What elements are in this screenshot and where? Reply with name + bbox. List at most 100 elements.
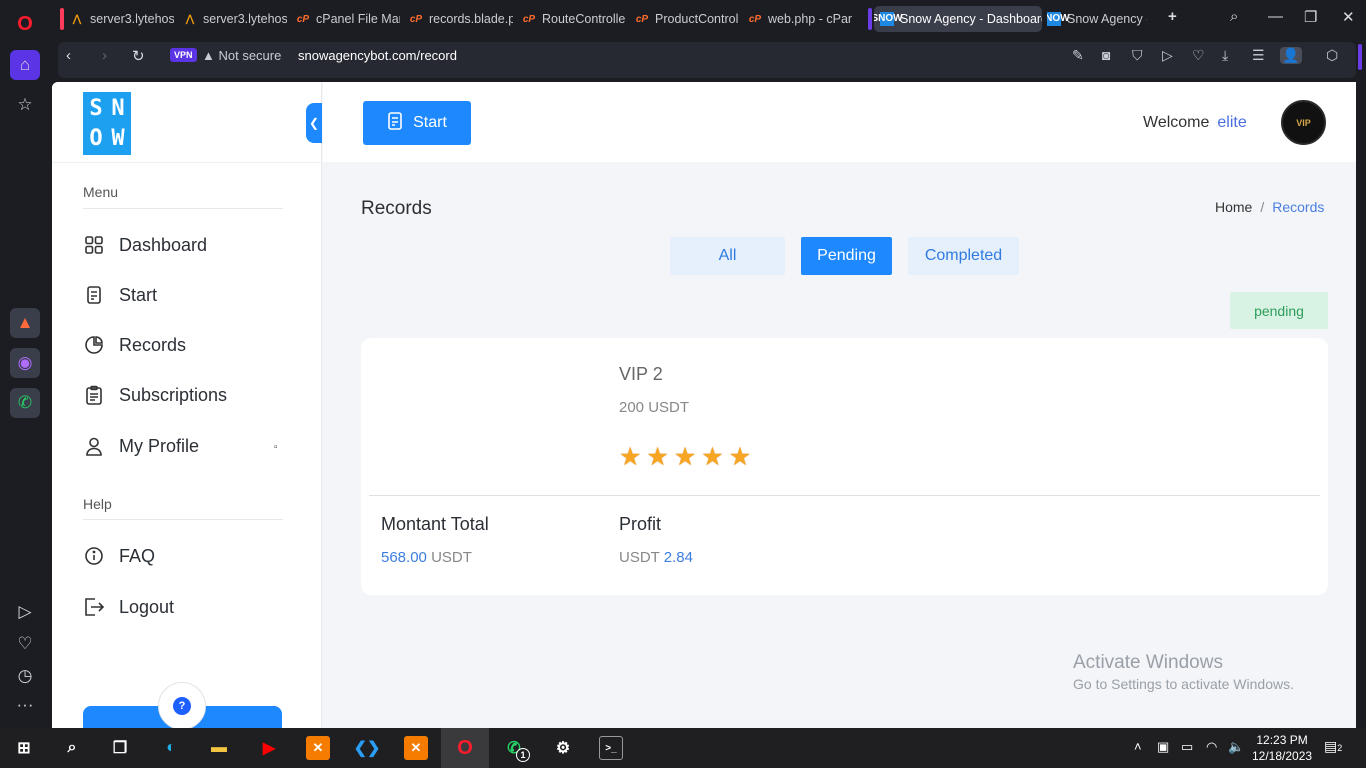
submenu-toggle-icon[interactable]: ▫ xyxy=(274,442,278,453)
edit-icon[interactable]: ✎ xyxy=(1072,47,1084,64)
tab-snow-dashboard[interactable]: SNOW Snow Agency - Dashboard xyxy=(874,6,1042,32)
tab-completed[interactable]: Completed xyxy=(908,237,1019,275)
meet-now-icon[interactable]: ▣ xyxy=(1157,739,1169,755)
opera-icon[interactable]: O xyxy=(453,736,477,760)
reload-icon[interactable]: ↻ xyxy=(132,47,145,65)
username[interactable]: elite xyxy=(1217,114,1246,131)
logo-letter: O xyxy=(89,125,103,151)
profile-icon[interactable]: 👤 xyxy=(1280,47,1302,64)
security-indicator[interactable]: ▲ Not secure xyxy=(202,48,281,63)
question-icon: ? xyxy=(173,697,191,715)
tab-4[interactable]: cP records.blade.p xyxy=(409,6,513,32)
tab-title: records.blade.p xyxy=(429,12,513,26)
tab-all[interactable]: All xyxy=(670,237,785,275)
tab-5[interactable]: cP RouteControlle xyxy=(522,6,626,32)
tab-snow-2[interactable]: SNOWSnow Agency - xyxy=(1047,6,1147,32)
new-tab-icon[interactable]: + xyxy=(1168,8,1177,25)
shield-icon[interactable]: ⛉ xyxy=(1132,47,1143,64)
profit-amount: 2.84 xyxy=(663,549,693,566)
aria-icon[interactable]: ▲ xyxy=(10,308,40,338)
file-explorer-icon[interactable]: ▬ xyxy=(207,736,231,760)
settings-icon[interactable]: ⚙ xyxy=(551,736,575,760)
breadcrumb-separator: / xyxy=(1260,199,1265,215)
scroll-thumb[interactable] xyxy=(1358,44,1362,70)
welcome-message: Welcome elite xyxy=(1143,114,1247,132)
tab-7[interactable]: cP web.php - cPan xyxy=(748,6,852,32)
restore-icon[interactable]: ❐ xyxy=(1304,8,1317,26)
avatar[interactable]: VIP xyxy=(1281,100,1326,145)
youtube-icon[interactable]: ▶ xyxy=(257,736,281,760)
divider xyxy=(369,495,1320,496)
xampp-icon[interactable]: ✕ xyxy=(404,736,428,760)
heart-icon[interactable]: ♡ xyxy=(1192,47,1205,64)
close-icon[interactable]: ✕ xyxy=(1342,8,1355,26)
whatsapp-icon[interactable]: ✆ xyxy=(10,388,40,418)
windows-taskbar: ⊞ ⌕ ❐ ◐ ▬ ▶ ✕ ❮❯ ✕ O ✆ 1 ⚙ >_ ˄ ▣ ▭ ◠ 🔈 1… xyxy=(0,728,1366,768)
system-clock[interactable]: 12:23 PM 12/18/2023 xyxy=(1252,732,1312,764)
watermark-title: Activate Windows xyxy=(1073,652,1223,673)
vscode-icon[interactable]: ❮❯ xyxy=(354,736,381,760)
notification-badge: 1 xyxy=(516,748,530,762)
tab-3[interactable]: cP cPanel File Man xyxy=(296,6,400,32)
messenger-icon[interactable]: ◉ xyxy=(10,348,40,378)
sidebar-item-my-profile[interactable]: My Profile xyxy=(83,435,199,457)
user-icon xyxy=(83,435,105,457)
cpanel-icon: cP xyxy=(409,13,423,25)
sidebar-item-records[interactable]: Records xyxy=(83,334,186,356)
star-icon: ★ xyxy=(728,443,752,471)
wifi-icon[interactable]: ◠ xyxy=(1206,739,1217,755)
history-icon[interactable]: ◷ xyxy=(10,661,40,691)
help-button[interactable]: ? xyxy=(158,682,206,728)
windows-activation-watermark: Activate Windows Go to Settings to activ… xyxy=(1073,652,1294,692)
whatsapp-icon[interactable]: ✆ 1 xyxy=(502,736,530,762)
notification-center-icon[interactable]: ▤2 xyxy=(1324,738,1342,755)
search-icon[interactable]: ⌕ xyxy=(60,736,84,760)
chevron-up-icon[interactable]: ˄ xyxy=(1134,739,1142,754)
easy-setup-icon[interactable]: ☰ xyxy=(1252,47,1265,64)
page-scrollbar[interactable] xyxy=(1356,44,1366,728)
volume-icon[interactable]: 🔈 xyxy=(1228,739,1244,755)
vpn-badge[interactable]: VPN xyxy=(170,48,197,62)
tab-title: RouteControlle xyxy=(542,12,626,26)
sidebar-item-start[interactable]: Start xyxy=(83,284,157,306)
heart-icon[interactable]: ♡ xyxy=(10,629,40,659)
sidebar-item-logout[interactable]: Logout xyxy=(83,596,174,618)
tab-title: server3.lytehost xyxy=(90,12,174,26)
breadcrumb-home[interactable]: Home xyxy=(1215,199,1252,215)
profit-value: USDT 2.84 xyxy=(619,549,693,566)
extensions-icon[interactable]: ⬡ xyxy=(1326,47,1338,64)
tab-6[interactable]: cP ProductControll xyxy=(635,6,739,32)
sidebar-collapse-button[interactable]: ❮ xyxy=(306,103,322,143)
send-icon[interactable]: ▷ xyxy=(1162,47,1173,64)
task-view-icon[interactable]: ❐ xyxy=(108,736,132,760)
logout-icon xyxy=(83,596,105,618)
sidebar-item-faq[interactable]: FAQ xyxy=(83,545,155,567)
tab-1[interactable]: ⋀ server3.lytehost xyxy=(70,6,174,32)
home-icon[interactable]: ⌂ xyxy=(10,50,40,80)
tab-title: Snow Agency - xyxy=(1067,12,1147,26)
opera-logo-icon[interactable]: O xyxy=(10,9,40,39)
search-icon[interactable]: ⌕ xyxy=(1230,8,1238,25)
sidebar-item-dashboard[interactable]: Dashboard xyxy=(83,234,207,256)
start-button[interactable]: Start xyxy=(363,101,471,145)
terminal-icon[interactable]: >_ xyxy=(599,736,623,760)
windows-start-icon[interactable]: ⊞ xyxy=(12,736,36,760)
battery-icon[interactable]: ▭ xyxy=(1181,739,1193,755)
star-icon[interactable]: ☆ xyxy=(10,90,40,120)
back-icon[interactable]: ‹ xyxy=(66,47,71,64)
forward-icon[interactable]: › xyxy=(102,47,107,64)
url-field[interactable]: snowagencybot.com/record xyxy=(298,48,457,63)
sidebar-item-subscriptions[interactable]: Subscriptions xyxy=(83,384,227,406)
address-bar: ‹ › ↻ VPN ▲ Not secure snowagencybot.com… xyxy=(52,38,1366,82)
xampp-icon[interactable]: ✕ xyxy=(306,736,330,760)
player-icon[interactable]: ▷ xyxy=(10,597,40,627)
minimize-icon[interactable]: — xyxy=(1268,8,1283,25)
download-icon[interactable]: ⤓ xyxy=(1222,47,1228,64)
more-icon[interactable]: ··· xyxy=(10,690,40,720)
tab-2[interactable]: ⋀ server3.lytehost xyxy=(183,6,287,32)
camera-icon[interactable]: ◙ xyxy=(1102,47,1110,63)
snow-logo[interactable]: S N O W xyxy=(83,92,131,155)
star-icon: ★ xyxy=(646,443,669,471)
tab-pending[interactable]: Pending xyxy=(801,237,892,275)
edge-icon[interactable]: ◐ xyxy=(159,736,183,760)
